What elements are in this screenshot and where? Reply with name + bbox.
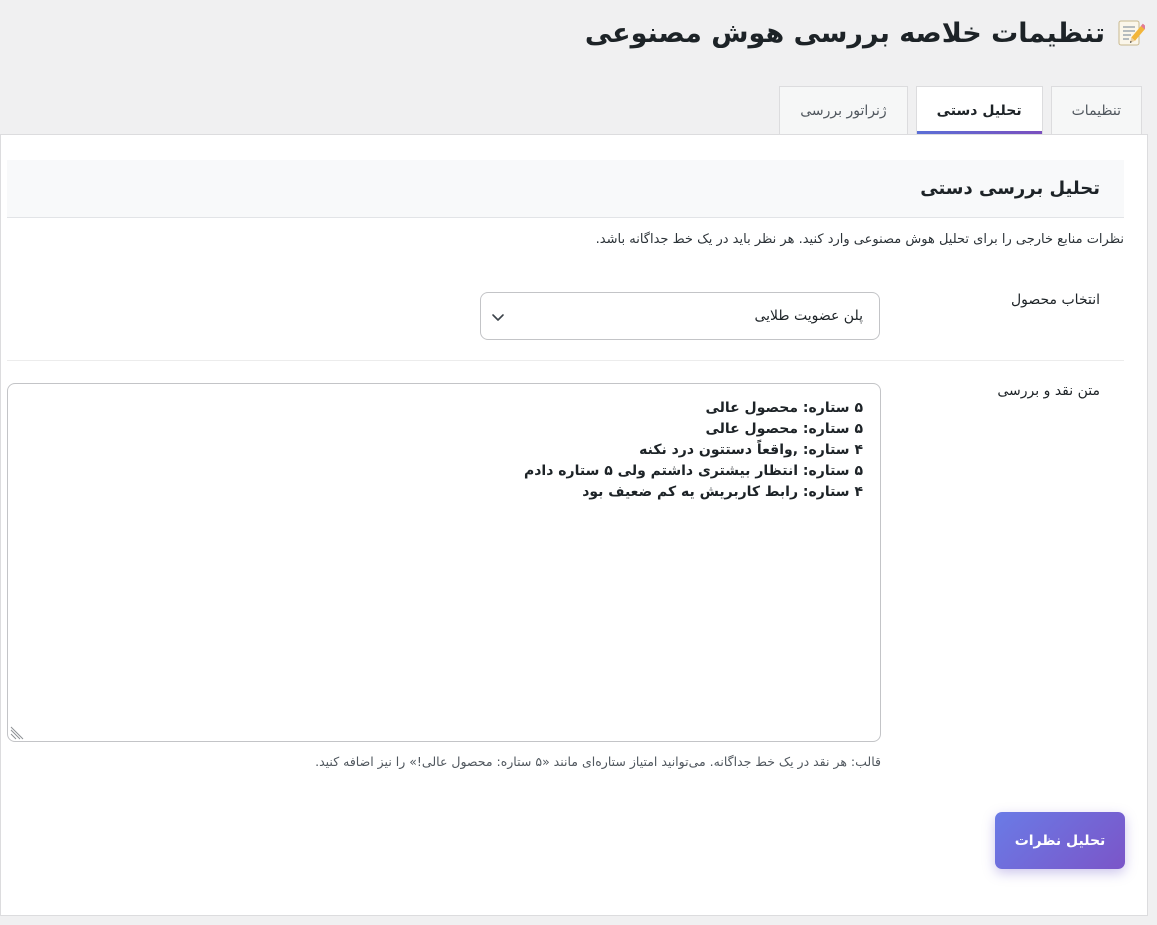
resize-handle-icon[interactable] <box>10 725 24 740</box>
tab-manual-analysis[interactable]: تحلیل دستی <box>915 86 1043 134</box>
form-divider <box>7 360 1124 361</box>
tab-settings-label: تنظیمات <box>1071 102 1121 119</box>
manual-analysis-panel: تحلیل بررسی دستی نظرات منابع خارجی را بر… <box>0 134 1148 916</box>
tab-review-generator[interactable]: ژنراتور بررسی <box>779 86 908 134</box>
memo-icon <box>1115 18 1147 48</box>
review-line: ۴ ستاره: ,واقعاً دستتون درد نکنه <box>639 442 863 458</box>
section-description: نظرات منابع خارجی را برای تحلیل هوش مصنو… <box>595 232 1124 247</box>
section-header: تحلیل بررسی دستی <box>7 160 1124 218</box>
review-text-label: متن نقد و بررسی <box>997 383 1100 399</box>
page-title: تنظیمات خلاصه بررسی هوش مصنوعی <box>584 17 1105 49</box>
product-select[interactable]: پلن عضویت طلایی <box>480 292 880 340</box>
tab-review-generator-label: ژنراتور بررسی <box>800 102 887 119</box>
tab-bar: تنظیمات تحلیل دستی ژنراتور بررسی <box>779 86 1142 134</box>
review-line: ۴ ستاره: رابط کاربریش یه کم ضعیف بود <box>582 484 863 500</box>
tab-settings[interactable]: تنظیمات <box>1050 86 1142 134</box>
review-line: ۵ ستاره: انتظار بیشتری داشتم ولی ۵ ستاره… <box>523 463 863 479</box>
section-title: تحلیل بررسی دستی <box>920 178 1100 199</box>
review-format-hint: قالب: هر نقد در یک خط جداگانه. می‌توانید… <box>315 754 881 769</box>
product-select-value: پلن عضویت طلایی <box>754 308 863 324</box>
analyze-reviews-button[interactable]: تحلیل نظرات <box>995 812 1125 869</box>
review-line: ۵ ستاره: محصول عالی <box>705 400 863 416</box>
review-line: ۵ ستاره: محصول عالی <box>705 421 863 437</box>
review-textarea[interactable]: ۵ ستاره: محصول عالی ۵ ستاره: محصول عالی … <box>7 383 881 742</box>
chevron-down-icon <box>491 309 505 323</box>
product-select-label: انتخاب محصول <box>1010 292 1100 308</box>
page-header: تنظیمات خلاصه بررسی هوش مصنوعی <box>584 10 1147 56</box>
tab-manual-analysis-label: تحلیل دستی <box>936 102 1022 119</box>
